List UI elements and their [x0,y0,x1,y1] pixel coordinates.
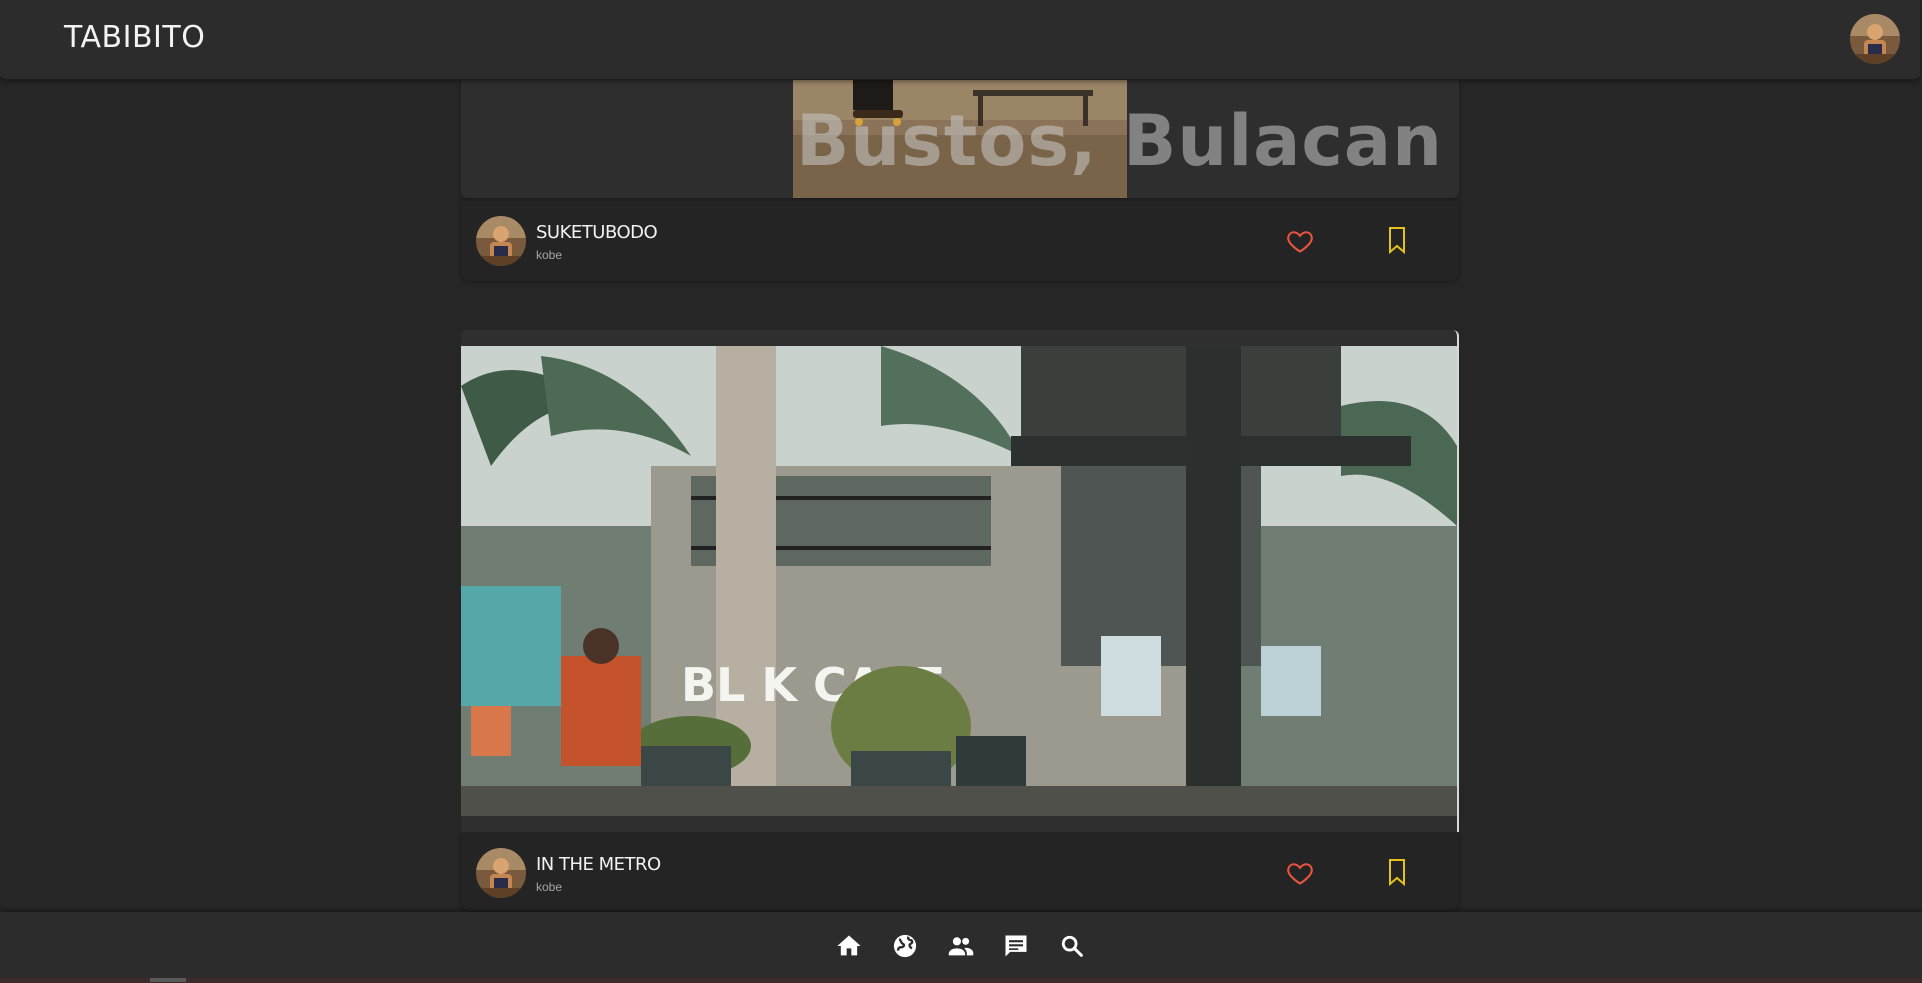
nav-friends-button[interactable] [947,932,975,960]
post-title[interactable]: IN THE METRO [536,854,661,875]
bookmark-button[interactable] [1385,857,1409,887]
bookmark-icon [1389,227,1405,255]
nav-search-button[interactable] [1058,932,1086,960]
search-icon [1061,935,1083,957]
like-button[interactable] [1285,227,1315,255]
author-avatar[interactable] [476,848,526,898]
chat-icon [1005,935,1027,957]
location-overlay-text: Bustos, Bulacan [795,100,1443,182]
post-username[interactable]: kobe [536,248,562,262]
profile-avatar[interactable] [1850,14,1900,64]
post-username[interactable]: kobe [536,880,562,894]
home-icon [837,935,861,956]
post-photo-cafe: BL K CAFE [461,346,1457,816]
post-footer: IN THE METRO kobe [461,833,1459,911]
nav-messages-button[interactable] [1002,932,1030,960]
app-logo-title[interactable]: TABIBITO [64,20,205,55]
avatar-image [476,848,526,898]
author-avatar[interactable] [476,216,526,266]
nav-home-button[interactable] [835,932,863,960]
horizontal-scrollbar-thumb[interactable] [150,978,186,982]
globe-icon [893,934,917,958]
post-title[interactable]: SUKETUBODO [536,222,658,243]
heart-icon [1287,231,1313,253]
bookmark-button[interactable] [1385,225,1409,255]
people-icon [948,937,974,956]
heart-icon [1287,863,1313,885]
like-button[interactable] [1285,859,1315,887]
nav-explore-button[interactable] [891,932,919,960]
post-footer: SUKETUBODO kobe [461,201,1459,281]
post-image-container[interactable]: BL K CAFE [461,330,1459,832]
bookmark-icon [1389,859,1405,887]
post-image-container[interactable]: Bustos, Bulacan [461,80,1459,198]
avatar-image [476,216,526,266]
window-bottom-edge [0,978,1922,983]
bottom-navigation [0,912,1922,978]
top-app-bar: TABIBITO [0,0,1920,80]
avatar-image [1850,14,1900,64]
